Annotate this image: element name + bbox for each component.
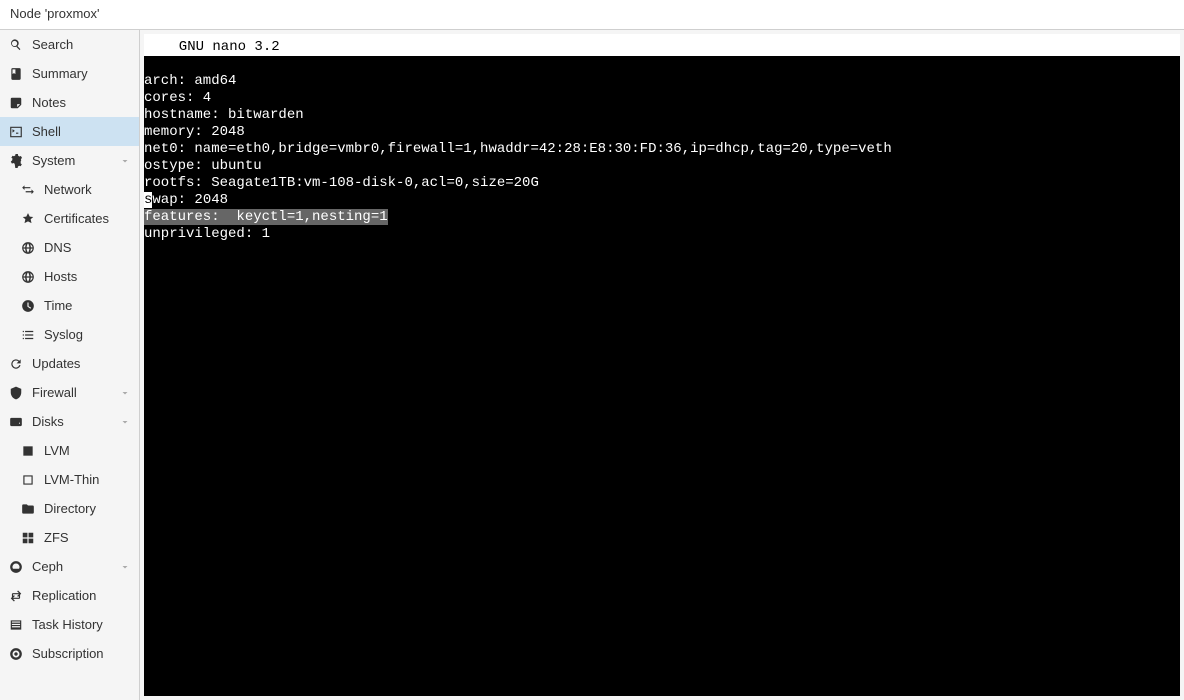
config-line-ostype: ostype: ubuntu (144, 158, 1180, 175)
sidebar-item-system[interactable]: System (0, 146, 139, 175)
sidebar-item-updates[interactable]: Updates (0, 349, 139, 378)
highlighted-text: features: keyctl=1,nesting=1 (144, 209, 388, 225)
sidebar-item-notes[interactable]: Notes (0, 88, 139, 117)
sidebar-item-directory[interactable]: Directory (0, 494, 139, 523)
terminal-blank (144, 56, 1180, 73)
config-line-arch: arch: amd64 (144, 73, 1180, 90)
search-icon (8, 37, 24, 53)
sidebar-item-subscription[interactable]: Subscription (0, 639, 139, 668)
certificate-icon (20, 211, 36, 227)
sidebar-item-label: Syslog (44, 327, 131, 342)
life-ring-icon (8, 646, 24, 662)
terminal-icon (8, 124, 24, 140)
sidebar-item-lvm-thin[interactable]: LVM-Thin (0, 465, 139, 494)
chevron-down-icon (119, 416, 131, 428)
book-icon (8, 66, 24, 82)
square-solid-icon (20, 443, 36, 459)
exchange-icon (20, 182, 36, 198)
chevron-down-icon (119, 155, 131, 167)
config-line-net0: net0: name=eth0,bridge=vmbr0,firewall=1,… (144, 141, 1180, 158)
list-icon (20, 327, 36, 343)
sidebar-item-label: ZFS (44, 530, 131, 545)
sidebar-item-ceph[interactable]: Ceph (0, 552, 139, 581)
sidebar-item-label: Firewall (32, 385, 119, 400)
sidebar-item-label: System (32, 153, 119, 168)
config-line-swap: swap: 2048 (144, 192, 1180, 209)
sidebar-item-label: Time (44, 298, 131, 313)
ceph-icon (8, 559, 24, 575)
sidebar-item-label: Subscription (32, 646, 131, 661)
page-header: Node 'proxmox' (0, 0, 1184, 30)
refresh-icon (8, 356, 24, 372)
sidebar-item-label: Certificates (44, 211, 131, 226)
list-alt-icon (8, 617, 24, 633)
sidebar-item-label: Notes (32, 95, 131, 110)
sidebar-item-zfs[interactable]: ZFS (0, 523, 139, 552)
folder-icon (20, 501, 36, 517)
sidebar-item-summary[interactable]: Summary (0, 59, 139, 88)
sidebar-item-lvm[interactable]: LVM (0, 436, 139, 465)
th-large-icon (20, 530, 36, 546)
sidebar-item-shell[interactable]: Shell (0, 117, 139, 146)
sidebar-item-certificates[interactable]: Certificates (0, 204, 139, 233)
sidebar-item-label: Shell (32, 124, 131, 139)
gear-icon (8, 153, 24, 169)
sidebar-item-dns[interactable]: DNS (0, 233, 139, 262)
sidebar-item-label: Directory (44, 501, 131, 516)
sidebar-item-time[interactable]: Time (0, 291, 139, 320)
sidebar: Search Summary Notes Shell System Network Cert… (0, 30, 140, 700)
sidebar-item-label: Summary (32, 66, 131, 81)
nano-title-bar: GNU nano 3.2 (144, 39, 1180, 56)
config-line-features: features: keyctl=1,nesting=1 (144, 209, 1180, 226)
sidebar-item-label: Disks (32, 414, 119, 429)
globe-icon (20, 240, 36, 256)
sidebar-item-replication[interactable]: Replication (0, 581, 139, 610)
config-line-hostname: hostname: bitwarden (144, 107, 1180, 124)
retweet-icon (8, 588, 24, 604)
terminal-frame: GNU nano 3.2 arch: amd64cores: 4hostname:… (144, 34, 1180, 696)
sidebar-item-label: Replication (32, 588, 131, 603)
globe-icon (20, 269, 36, 285)
sidebar-item-syslog[interactable]: Syslog (0, 320, 139, 349)
sticky-note-icon (8, 95, 24, 111)
sidebar-item-label: Network (44, 182, 131, 197)
clock-icon (20, 298, 36, 314)
square-outline-icon (20, 472, 36, 488)
config-line-memory: memory: 2048 (144, 124, 1180, 141)
chevron-down-icon (119, 387, 131, 399)
sidebar-item-label: Task History (32, 617, 131, 632)
sidebar-item-disks[interactable]: Disks (0, 407, 139, 436)
sidebar-item-label: Hosts (44, 269, 131, 284)
page-title: Node 'proxmox' (10, 6, 100, 21)
chevron-down-icon (119, 561, 131, 573)
sidebar-item-label: LVM (44, 443, 131, 458)
sidebar-item-task-history[interactable]: Task History (0, 610, 139, 639)
main-content: GNU nano 3.2 arch: amd64cores: 4hostname:… (140, 30, 1184, 700)
sidebar-item-label: DNS (44, 240, 131, 255)
sidebar-item-label: Ceph (32, 559, 119, 574)
hdd-icon (8, 414, 24, 430)
sidebar-item-network[interactable]: Network (0, 175, 139, 204)
sidebar-item-search[interactable]: Search (0, 30, 139, 59)
sidebar-item-hosts[interactable]: Hosts (0, 262, 139, 291)
sidebar-item-label: LVM-Thin (44, 472, 131, 487)
sidebar-item-label: Updates (32, 356, 131, 371)
shield-icon (8, 385, 24, 401)
config-line-cores: cores: 4 (144, 90, 1180, 107)
config-line-unprivileged: unprivileged: 1 (144, 226, 1180, 243)
sidebar-item-label: Search (32, 37, 131, 52)
config-line-rootfs: rootfs: Seagate1TB:vm-108-disk-0,acl=0,s… (144, 175, 1180, 192)
terminal[interactable]: GNU nano 3.2 arch: amd64cores: 4hostname:… (144, 39, 1180, 696)
sidebar-item-firewall[interactable]: Firewall (0, 378, 139, 407)
